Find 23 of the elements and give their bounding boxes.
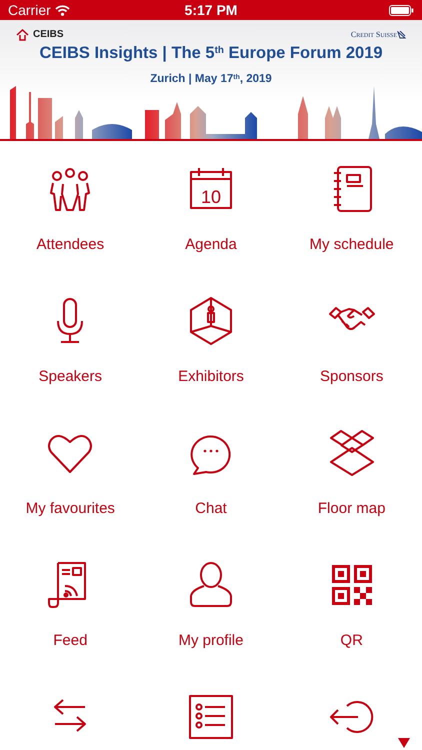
menu-tile[interactable]: Sponsors bbox=[281, 273, 422, 405]
banner-title: CEIBS Insights | The 5$^{th}$ Europe Forum 2019 bbox=[39, 44, 383, 62]
menu-tile[interactable]: 10 Agenda bbox=[140, 141, 282, 273]
menu-tile[interactable]: Chat bbox=[140, 405, 282, 537]
menu-tile[interactable]: Feed bbox=[0, 537, 141, 669]
logo-text: Credit Suisse bbox=[350, 28, 397, 40]
menu-tile[interactable]: QR bbox=[281, 537, 422, 669]
wifi-icon bbox=[54, 4, 70, 16]
banner-subtitle: Zurich | May 17$^{th}$, 2019 bbox=[150, 73, 272, 85]
scroll-down-icon[interactable] bbox=[398, 738, 410, 748]
sails-icon bbox=[397, 30, 406, 38]
menu-tile[interactable]: Speakers bbox=[0, 273, 141, 405]
menu-tile[interactable]: My favourites bbox=[0, 405, 141, 537]
menu-tile[interactable]: Attendees bbox=[0, 141, 141, 273]
logo-icon bbox=[16, 28, 29, 40]
menu-tile[interactable]: Floor map bbox=[281, 405, 422, 537]
menu-tile[interactable]: My schedule bbox=[281, 141, 422, 273]
logo-text: CEIBS bbox=[33, 28, 64, 42]
status-time: 5:17 PM bbox=[184, 0, 238, 20]
carrier-name: Carrier bbox=[8, 0, 51, 20]
battery-icon bbox=[389, 4, 414, 16]
menu-tile[interactable]: My profile bbox=[140, 537, 282, 669]
menu-tile[interactable]: Exhibitors bbox=[140, 273, 282, 405]
